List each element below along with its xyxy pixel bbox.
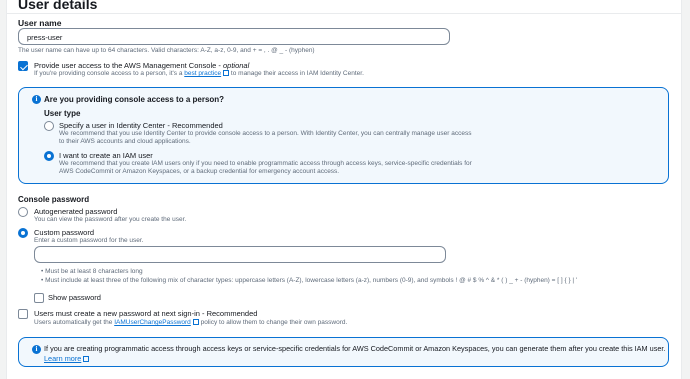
- console-access-desc: If you're providing console access to a …: [34, 70, 364, 78]
- autogenerated-password-radio[interactable]: [18, 207, 28, 217]
- external-link-icon: [83, 356, 90, 363]
- info-icon: i: [32, 95, 41, 104]
- iam-user-radio[interactable]: [44, 151, 54, 161]
- external-link-icon: [192, 319, 199, 326]
- require-reset-label: Users must create a new password at next…: [34, 309, 258, 318]
- custom-password-radio[interactable]: [18, 228, 28, 238]
- best-practice-link[interactable]: best practice: [184, 70, 221, 77]
- reset-desc-prefix: Users automatically get the: [34, 319, 115, 326]
- password-rule-1: • Must be at least 8 characters long: [41, 268, 143, 275]
- reset-desc-suffix: policy to allow them to change their own…: [198, 319, 348, 326]
- require-reset-desc: Users automatically get the IAMUserChang…: [34, 319, 347, 327]
- iam-user-label: I want to create an IAM user: [59, 151, 153, 160]
- show-password-label: Show password: [48, 293, 101, 302]
- custom-password-input[interactable]: [34, 246, 446, 263]
- person-question: Are you providing console access to a pe…: [44, 94, 225, 104]
- learn-more-link[interactable]: Learn more: [44, 354, 81, 363]
- password-rule-2: • Must include at least three of the fol…: [41, 277, 578, 284]
- iam-user-change-password-link[interactable]: IAMUserChangePassword: [114, 319, 191, 326]
- console-person-info-box: i Are you providing console access to a …: [18, 87, 669, 184]
- custom-password-desc: Enter a custom password for the user.: [34, 237, 144, 244]
- identity-center-label: Specify a user in Identity Center - Reco…: [59, 120, 223, 130]
- console-desc-suffix: to manage their access in IAM Identity C…: [229, 70, 364, 77]
- learn-more: Learn more: [44, 354, 90, 363]
- programmatic-access-info-box: i If you are creating programmatic acces…: [18, 337, 669, 367]
- user-type-label: User type: [44, 109, 81, 118]
- title-divider: [7, 13, 682, 14]
- username-input[interactable]: press-user: [18, 28, 450, 45]
- programmatic-access-text: If you are creating programmatic access …: [44, 344, 666, 353]
- info-icon: i: [32, 345, 41, 354]
- require-reset-checkbox[interactable]: [18, 309, 28, 319]
- console-desc-prefix: If you're providing console access to a …: [34, 70, 185, 77]
- console-password-label: Console password: [18, 195, 90, 204]
- console-access-label-text: Provide user access to the AWS Managemen…: [34, 61, 223, 70]
- show-password-checkbox[interactable]: [34, 293, 44, 303]
- password-rule-2-text: Must include at least three of the follo…: [45, 277, 578, 284]
- identity-center-desc-1: We recommend that you use Identity Cente…: [59, 130, 472, 137]
- console-access-label: Provide user access to the AWS Managemen…: [34, 61, 249, 70]
- username-hint: The user name can have up to 64 characte…: [18, 47, 315, 54]
- identity-center-radio[interactable]: [44, 121, 54, 131]
- username-label: User name: [18, 18, 62, 28]
- autogenerated-password-label: Autogenerated password: [34, 207, 118, 216]
- custom-password-label: Custom password: [34, 228, 95, 237]
- section-title: User details: [18, 0, 98, 12]
- iam-user-desc-1: We recommend that you create IAM users o…: [59, 160, 472, 167]
- iam-user-desc-2: AWS CodeCommit or Amazon Keyspaces, or a…: [59, 168, 340, 175]
- username-value: press-user: [27, 32, 63, 42]
- console-access-checkbox[interactable]: [18, 61, 28, 71]
- external-link-icon: [223, 70, 230, 77]
- user-details-panel: User details User name press-user The us…: [6, 0, 682, 379]
- optional-tag: optional: [222, 61, 250, 70]
- autogenerated-password-desc: You can view the password after you crea…: [34, 216, 187, 223]
- identity-center-desc-2: to their AWS accounts and cloud applicat…: [59, 138, 191, 145]
- password-rule-1-text: Must be at least 8 characters long: [45, 268, 143, 275]
